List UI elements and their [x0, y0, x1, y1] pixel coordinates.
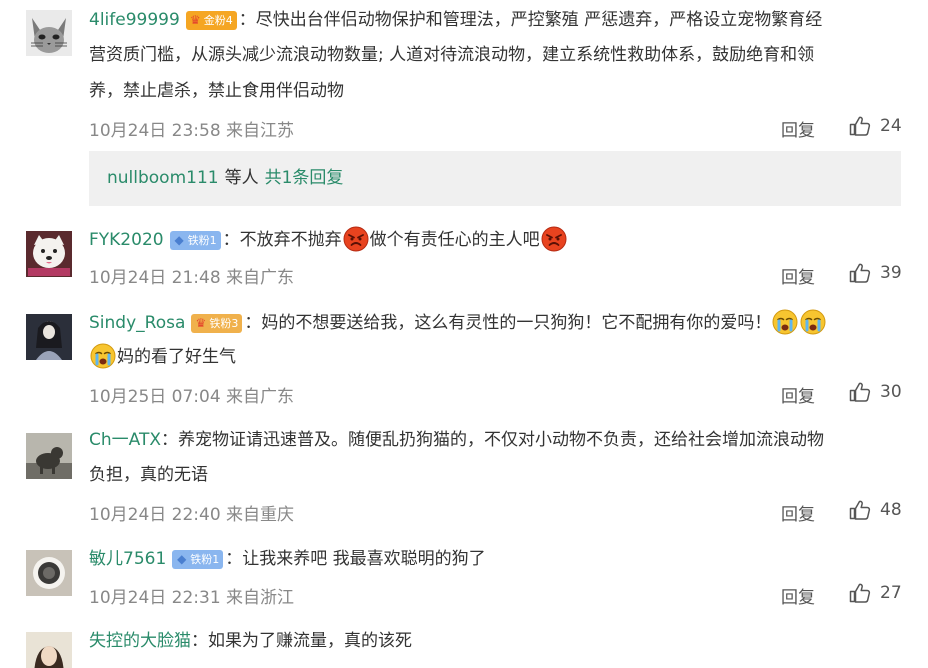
crying-face-emoji: [772, 309, 798, 335]
avatar[interactable]: [26, 314, 72, 360]
crying-face-emoji: [800, 309, 826, 335]
thumbs-up-icon[interactable]: [849, 583, 871, 603]
like-count: 27: [880, 583, 902, 603]
crown-icon: ♛: [195, 315, 207, 330]
like-count: 24: [880, 116, 902, 136]
avatar[interactable]: [26, 433, 72, 479]
avatar[interactable]: [26, 550, 72, 596]
username[interactable]: 4life99999: [89, 10, 180, 30]
crown-icon: ♛: [189, 12, 201, 27]
comment-timestamp: 10月24日 22:40 来自重庆: [89, 505, 295, 525]
reply-button[interactable]: 回复: [781, 116, 815, 141]
reply-button[interactable]: 回复: [781, 263, 815, 288]
username[interactable]: 失控的大脸猫: [89, 631, 191, 651]
comment-text-line: 失控的大脸猫：如果为了赚流量，真的该死: [89, 624, 908, 658]
comment-text-line: 妈的看了好生气: [89, 340, 908, 374]
diamond-icon: ◆: [177, 551, 187, 566]
badge-label: 铁粉1: [187, 233, 217, 247]
comment-text-line: FYK2020 ◆ 铁粉1 ：不放弃不抛弃 做个有责任心的主人吧: [89, 223, 908, 257]
avatar[interactable]: [26, 231, 72, 277]
reply-button[interactable]: 回复: [781, 583, 815, 608]
username[interactable]: Sindy_Rosa: [89, 313, 185, 333]
username[interactable]: Ch一ATX: [89, 430, 161, 450]
angry-face-emoji: [541, 226, 567, 252]
comment-text: ：妈的不想要送给我，这么有灵性的一只狗狗！它不配拥有你的爱吗！: [244, 313, 772, 333]
angry-face-emoji: [343, 226, 369, 252]
comment-text: 营资质门槛，从源头减少流浪动物数量; 人道对待流浪动物，建立系统性救助体系，鼓励…: [89, 45, 815, 65]
thumbs-up-icon[interactable]: [849, 116, 871, 136]
reply-button[interactable]: 回复: [781, 382, 815, 407]
reply-count-link[interactable]: 共1条回复: [265, 168, 344, 188]
like-count: 30: [880, 382, 902, 402]
like-count: 48: [880, 500, 902, 520]
comment-text: 做个有责任心的主人吧: [369, 230, 540, 250]
fan-badge[interactable]: ◆ 铁粉1: [172, 549, 224, 569]
badge-label: 金粉4: [203, 13, 233, 27]
fan-badge[interactable]: ◆ 铁粉1: [169, 230, 221, 250]
like-count: 39: [880, 263, 902, 283]
thumbs-up-icon[interactable]: [849, 382, 871, 402]
comment-text-line: 负担，真的无语: [89, 458, 908, 492]
comment-text: ：让我来养吧 我最喜欢聪明的狗了: [225, 549, 486, 569]
comment-text-line: 敏儿7561 ◆ 铁粉1 ：让我来养吧 我最喜欢聪明的狗了: [89, 542, 908, 576]
comment-timestamp: 10月25日 07:04 来自广东: [89, 387, 295, 407]
comment-timestamp: 10月24日 21:48 来自广东: [89, 268, 295, 288]
sub-replies-box[interactable]: nullboom111 等人 共1条回复: [89, 151, 901, 206]
avatar[interactable]: [26, 10, 72, 56]
reply-username[interactable]: nullboom111: [107, 168, 219, 188]
comment-timestamp: 10月24日 23:58 来自江苏: [89, 121, 295, 141]
comment-text: 负担，真的无语: [89, 465, 208, 485]
comment-text: ：尽快出台伴侣动物保护和管理法，严控繁殖 严惩遗弃，严格设立宠物繁育经: [238, 10, 823, 30]
fan-badge[interactable]: ♛ 金粉4: [185, 10, 237, 30]
comment-text-line: 营资质门槛，从源头减少流浪动物数量; 人道对待流浪动物，建立系统性救助体系，鼓励…: [89, 38, 908, 72]
comment-text-line: 4life99999 ♛ 金粉4 ：尽快出台伴侣动物保护和管理法，严控繁殖 严惩遗弃，…: [89, 3, 908, 37]
crying-face-emoji: [90, 343, 116, 369]
username[interactable]: FYK2020: [89, 230, 164, 250]
reply-box-text: 等人: [224, 168, 259, 188]
comment-text-line: Sindy_Rosa ♛ 铁粉3 ：妈的不想要送给我，这么有灵性的一只狗狗！它不配拥有…: [89, 306, 908, 340]
fan-badge[interactable]: ♛ 铁粉3: [191, 313, 243, 333]
comment-text: 妈的看了好生气: [117, 347, 236, 367]
diamond-icon: ◆: [174, 232, 184, 247]
badge-label: 铁粉1: [190, 552, 220, 566]
comment-text: ：如果为了赚流量，真的该死: [191, 631, 412, 651]
comment-text-line: Ch一ATX：养宠物证请迅速普及。随便乱扔狗猫的，不仅对小动物不负责，还给社会增…: [89, 423, 908, 457]
username[interactable]: 敏儿7561: [89, 549, 166, 569]
comment-text-line: 养，禁止虐杀，禁止食用伴侣动物: [89, 74, 908, 108]
comment-text: 养，禁止虐杀，禁止食用伴侣动物: [89, 81, 344, 101]
badge-label: 铁粉3: [209, 316, 239, 330]
thumbs-up-icon[interactable]: [849, 263, 871, 283]
comment-text: ：不放弃不抛弃: [222, 230, 342, 250]
comment-timestamp: 10月24日 22:31 来自浙江: [89, 588, 295, 608]
comment-text: ：养宠物证请迅速普及。随便乱扔狗猫的，不仅对小动物不负责，还给社会增加流浪动物: [160, 430, 824, 450]
avatar[interactable]: [26, 632, 72, 668]
thumbs-up-icon[interactable]: [849, 500, 871, 520]
reply-button[interactable]: 回复: [781, 500, 815, 525]
